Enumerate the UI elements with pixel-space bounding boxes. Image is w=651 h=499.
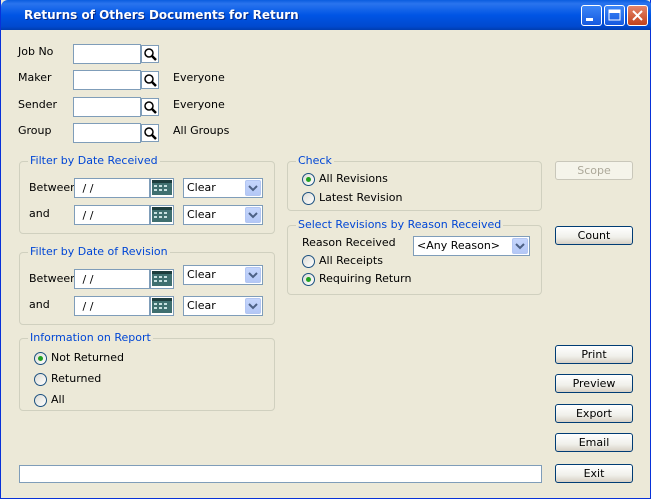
- reason-received-label: Reason Received: [302, 236, 396, 249]
- export-button[interactable]: Export: [555, 404, 633, 423]
- sender-label: Sender: [18, 98, 57, 111]
- dropdown-button[interactable]: [245, 180, 261, 196]
- date-revision-from-select-value: Clear: [187, 268, 216, 281]
- radio-returned[interactable]: [34, 373, 47, 386]
- chevron-down-icon: [248, 212, 258, 219]
- date-received-to-input[interactable]: [74, 205, 150, 225]
- radio-all-receipts-label[interactable]: All Receipts: [319, 254, 383, 267]
- magnifier-icon: [144, 127, 157, 140]
- magnifier-icon: [144, 101, 157, 114]
- dropdown-button[interactable]: [245, 267, 261, 283]
- date-revision-to-select-value: Clear: [187, 299, 216, 312]
- date-revision-from-input[interactable]: [74, 269, 150, 289]
- preview-button[interactable]: Preview: [555, 374, 633, 393]
- date-received-and-label: and: [29, 207, 50, 220]
- radio-all-revisions-label[interactable]: All Revisions: [319, 172, 388, 185]
- close-button[interactable]: [627, 5, 648, 26]
- email-button[interactable]: Email: [555, 433, 633, 452]
- radio-not-returned-label[interactable]: Not Returned: [51, 351, 124, 364]
- date-received-between-label: Between: [29, 181, 78, 194]
- calendar-icon: [152, 207, 172, 222]
- reason-group: Select Revisions by Reason Received Reas…: [287, 218, 542, 295]
- radio-all-revisions[interactable]: [302, 173, 315, 186]
- maximize-icon: [608, 9, 621, 21]
- sender-display: Everyone: [173, 98, 225, 111]
- check-title: Check: [296, 154, 334, 167]
- chevron-down-icon: [248, 303, 258, 310]
- job-no-lookup-button[interactable]: [141, 45, 159, 63]
- date-received-to-select-value: Clear: [187, 208, 216, 221]
- maker-label: Maker: [18, 71, 52, 84]
- radio-all-receipts[interactable]: [302, 255, 315, 268]
- radio-requiring-return[interactable]: [302, 273, 315, 286]
- date-revision-group: Filter by Date of Revision Between Clear…: [19, 245, 275, 325]
- date-revision-to-calendar-button[interactable]: [150, 296, 174, 316]
- date-revision-and-label: and: [29, 298, 50, 311]
- print-button[interactable]: Print: [555, 345, 633, 364]
- job-no-label: Job No: [18, 45, 54, 58]
- maximize-button[interactable]: [604, 5, 625, 26]
- date-revision-between-label: Between: [29, 272, 78, 285]
- date-revision-to-input[interactable]: [74, 296, 150, 316]
- date-revision-to-select[interactable]: Clear: [183, 296, 263, 316]
- chevron-down-icon: [248, 185, 258, 192]
- group-label: Group: [18, 124, 52, 137]
- maker-display: Everyone: [173, 71, 225, 84]
- group-input[interactable]: [73, 123, 141, 143]
- calendar-icon: [152, 180, 172, 195]
- chevron-down-icon: [248, 272, 258, 279]
- status-bar: [19, 465, 542, 483]
- maker-input[interactable]: [73, 70, 141, 90]
- exit-button[interactable]: Exit: [555, 464, 633, 483]
- chevron-down-icon: [515, 243, 525, 250]
- radio-requiring-return-label[interactable]: Requiring Return: [319, 272, 411, 285]
- info-on-report-group: Information on Report Not Returned Retur…: [19, 331, 275, 411]
- calendar-icon: [152, 271, 172, 286]
- group-display: All Groups: [173, 124, 230, 137]
- date-received-to-calendar-button[interactable]: [150, 205, 174, 225]
- sender-input[interactable]: [73, 97, 141, 117]
- maker-lookup-button[interactable]: [141, 71, 159, 89]
- dropdown-button[interactable]: [245, 207, 261, 223]
- sender-lookup-button[interactable]: [141, 98, 159, 116]
- date-revision-from-select[interactable]: Clear: [183, 265, 263, 285]
- date-received-from-select-value: Clear: [187, 181, 216, 194]
- calendar-icon: [152, 298, 172, 313]
- radio-all[interactable]: [34, 394, 47, 407]
- radio-not-returned[interactable]: [34, 352, 47, 365]
- window-title: Returns of Others Documents for Return: [24, 8, 299, 22]
- date-received-from-input[interactable]: [74, 178, 150, 198]
- date-received-from-select[interactable]: Clear: [183, 178, 263, 198]
- date-received-from-calendar-button[interactable]: [150, 178, 174, 198]
- minimize-icon: [586, 18, 593, 21]
- reason-title: Select Revisions by Reason Received: [296, 218, 504, 231]
- radio-all-label[interactable]: All: [51, 393, 65, 406]
- info-on-report-title: Information on Report: [28, 331, 153, 344]
- reason-select-value: <Any Reason>: [417, 239, 501, 252]
- radio-latest-revision[interactable]: [302, 192, 315, 205]
- check-group: Check All Revisions Latest Revision: [287, 154, 542, 211]
- radio-returned-label[interactable]: Returned: [51, 372, 101, 385]
- date-revision-from-calendar-button[interactable]: [150, 269, 174, 289]
- report-dialog: Returns of Others Documents for Return J…: [0, 0, 651, 499]
- magnifier-icon: [144, 48, 157, 61]
- title-bar[interactable]: Returns of Others Documents for Return: [1, 0, 651, 30]
- job-no-input[interactable]: [73, 44, 141, 64]
- scope-button[interactable]: Scope: [555, 161, 633, 180]
- group-lookup-button[interactable]: [141, 124, 159, 142]
- date-received-group: Filter by Date Received Between Clear an…: [19, 154, 275, 234]
- dropdown-button[interactable]: [245, 298, 261, 314]
- radio-latest-revision-label[interactable]: Latest Revision: [319, 191, 402, 204]
- date-revision-title: Filter by Date of Revision: [28, 245, 170, 258]
- minimize-button[interactable]: [581, 5, 602, 26]
- magnifier-icon: [144, 74, 157, 87]
- close-icon: [632, 10, 643, 21]
- dropdown-button[interactable]: [512, 238, 528, 254]
- reason-select[interactable]: <Any Reason>: [413, 236, 530, 256]
- count-button[interactable]: Count: [555, 226, 633, 245]
- date-received-title: Filter by Date Received: [28, 154, 160, 167]
- date-received-to-select[interactable]: Clear: [183, 205, 263, 225]
